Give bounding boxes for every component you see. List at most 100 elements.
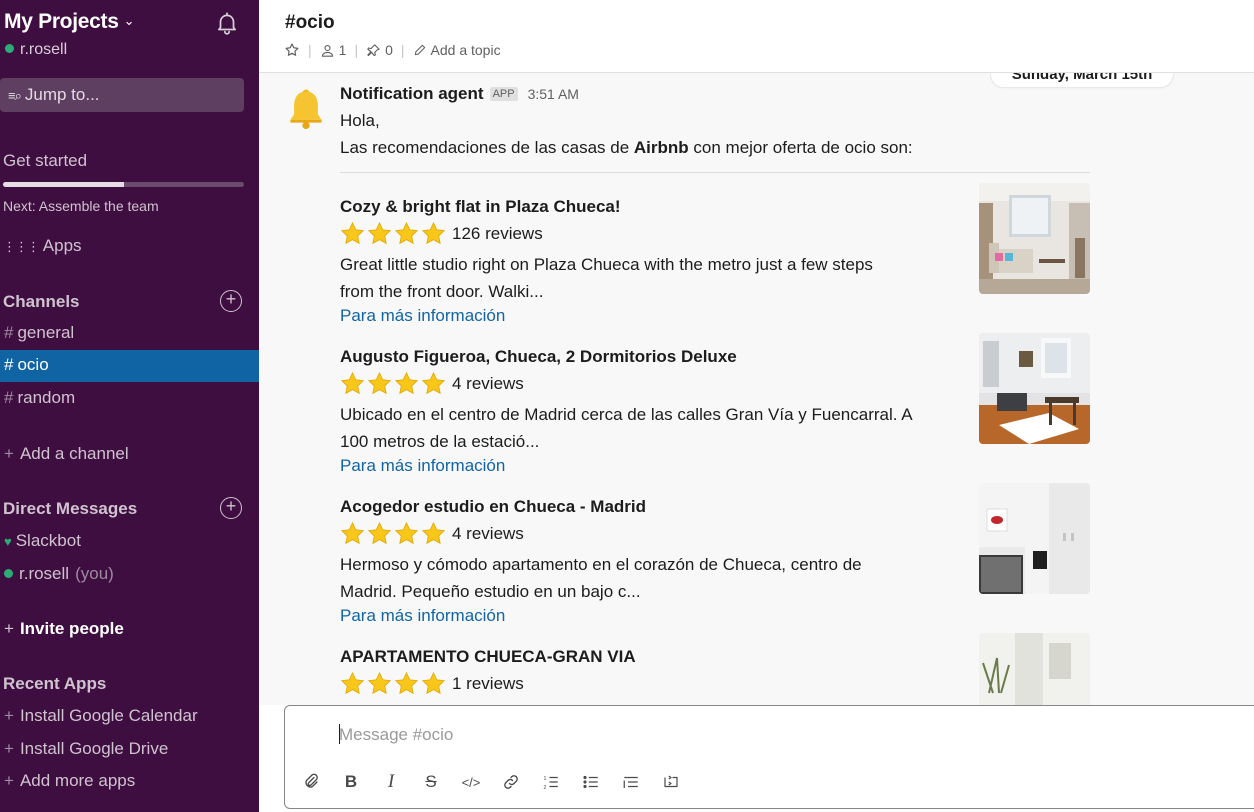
strikethrough-icon[interactable]: S <box>421 772 441 792</box>
get-started-link[interactable]: Get started <box>3 151 87 171</box>
plus-icon: + <box>4 739 14 758</box>
listing-thumbnail[interactable] <box>979 483 1090 594</box>
jump-to-icon: ≡⌕ <box>8 88 22 103</box>
star-outline-icon <box>285 43 299 56</box>
message-timestamp[interactable]: 3:51 AM <box>528 86 579 102</box>
apps-link[interactable]: ⋮⋮⋮ Apps <box>3 236 82 256</box>
listing-card: Acogedor estudio en Chueca - Madrid 4 re… <box>340 483 1090 637</box>
star-channel-button[interactable] <box>284 42 300 58</box>
channel-item-general[interactable]: # general <box>0 318 259 350</box>
listing-card: Cozy & bright flat in Plaza Chueca! 126 … <box>340 183 1090 337</box>
hash-icon: # <box>4 355 14 374</box>
listing-more-info-link[interactable]: Para más información <box>340 606 505 626</box>
channel-label: random <box>17 388 76 407</box>
channel-label: general <box>17 323 75 342</box>
plus-icon: + <box>4 619 14 638</box>
listing-description-line: 100 metros de la estació... <box>340 432 540 451</box>
add-channel-link[interactable]: + Add a channel <box>4 444 129 464</box>
star-rating-icon <box>394 521 419 545</box>
dm-you-suffix: (you) <box>75 564 114 583</box>
listing-description-line: Ubicado en el centro de Madrid cerca de … <box>340 405 913 424</box>
dm-item-slackbot[interactable]: ♥ Slackbot <box>4 531 81 551</box>
person-icon <box>321 44 333 57</box>
current-user[interactable]: r.rosell <box>5 41 67 59</box>
listing-description-line: Great little studio right on Plaza Chuec… <box>340 255 873 274</box>
plus-icon: + <box>4 444 14 463</box>
star-rating-icon <box>394 371 419 395</box>
bulleted-list-icon[interactable] <box>581 772 601 792</box>
listing-thumbnail[interactable] <box>979 633 1090 705</box>
pinned-button[interactable]: 0 <box>366 42 393 58</box>
channel-title[interactable]: #ocio <box>285 12 335 34</box>
add-channel-label: Add a channel <box>19 444 129 463</box>
code-icon[interactable]: </> <box>461 772 481 792</box>
workspace-name[interactable]: My Projects ⌄ <box>4 10 134 34</box>
listing-rating: 4 reviews <box>340 371 524 396</box>
code-block-icon[interactable] <box>661 772 681 792</box>
listing-more-info-link[interactable]: Para más información <box>340 306 505 326</box>
pins-count: 0 <box>385 42 393 58</box>
sidebar: My Projects ⌄ r.rosell ≡⌕ Jump to... Get s… <box>0 0 259 812</box>
star-rating-icon <box>340 371 365 395</box>
apps-grid-icon: ⋮⋮⋮ <box>3 239 40 254</box>
message-greeting: Hola, <box>340 111 380 130</box>
attach-paperclip-icon[interactable] <box>301 772 321 792</box>
star-rating-icon <box>421 521 446 545</box>
listing-thumbnail[interactable] <box>979 333 1090 444</box>
star-rating-icon <box>421 221 446 245</box>
listing-reviews: 126 reviews <box>452 223 543 243</box>
recent-apps-header[interactable]: Recent Apps <box>3 674 106 694</box>
date-divider[interactable]: Sunday, March 15th <box>990 73 1174 88</box>
listing-more-info-link[interactable]: Para más información <box>340 456 505 476</box>
message-intro: Las recomendaciones de las casas de Airb… <box>340 138 913 158</box>
bold-icon[interactable]: B <box>341 772 361 792</box>
bell-avatar-icon[interactable] <box>284 86 328 130</box>
invite-people-link[interactable]: + Invite people <box>4 619 124 639</box>
listing-thumbnail[interactable] <box>979 183 1090 294</box>
next-step-text: Next: Assemble the team <box>3 198 159 214</box>
add-dm-plus-icon[interactable]: + <box>220 497 242 519</box>
channel-item-random[interactable]: # random <box>0 383 259 415</box>
intro-text: Las recomendaciones de las casas de <box>340 138 634 157</box>
attachment-divider <box>340 172 1090 173</box>
link-icon[interactable] <box>501 772 521 792</box>
add-channel-plus-icon[interactable]: + <box>220 290 242 312</box>
svg-text:2: 2 <box>544 785 547 791</box>
direct-messages-header[interactable]: Direct Messages <box>3 499 137 519</box>
star-rating-icon <box>367 671 392 695</box>
presence-dot <box>4 569 13 578</box>
jump-to-button[interactable]: ≡⌕ Jump to... <box>0 78 244 112</box>
dm-item-self[interactable]: r.rosell (you) <box>4 564 114 584</box>
install-google-drive-link[interactable]: + Install Google Drive <box>4 739 168 759</box>
numbered-list-icon[interactable]: 12 <box>541 772 561 792</box>
listing-rating: 4 reviews <box>340 521 524 546</box>
plus-icon: + <box>4 771 14 790</box>
members-button[interactable]: 1 <box>320 42 346 58</box>
dm-label: Slackbot <box>15 531 81 550</box>
app-badge: APP <box>489 87 518 101</box>
italic-icon[interactable]: I <box>381 771 401 792</box>
add-more-apps-link[interactable]: + Add more apps <box>4 771 135 791</box>
get-started-progress-fill <box>3 182 124 187</box>
listing-title[interactable]: Augusto Figueroa, Chueca, 2 Dormitorios … <box>340 347 737 367</box>
channels-header[interactable]: Channels <box>3 292 80 312</box>
current-user-name: r.rosell <box>20 41 68 58</box>
star-rating-icon <box>421 371 446 395</box>
message-input[interactable] <box>339 722 1219 748</box>
plus-icon: + <box>4 706 14 725</box>
channel-meta-row: | 1 | 0 | Add a topic <box>284 42 501 58</box>
add-topic-button[interactable]: Add a topic <box>413 42 501 58</box>
pencil-icon <box>414 44 425 56</box>
listing-title[interactable]: Acogedor estudio en Chueca - Madrid <box>340 497 646 517</box>
install-google-calendar-link[interactable]: + Install Google Calendar <box>4 706 198 726</box>
bell-icon[interactable] <box>214 10 240 36</box>
blockquote-icon[interactable] <box>621 772 641 792</box>
listing-title[interactable]: APARTAMENTO CHUECA-GRAN VIA <box>340 647 636 667</box>
chevron-down-icon: ⌄ <box>123 13 135 28</box>
message-pane[interactable]: Notification agent APP 3:51 AM Hola, Las… <box>259 73 1254 705</box>
dm-label: r.rosell <box>19 564 70 583</box>
listing-title[interactable]: Cozy & bright flat in Plaza Chueca! <box>340 197 621 217</box>
channel-item-ocio[interactable]: # ocio <box>0 350 259 382</box>
star-rating-icon <box>367 521 392 545</box>
sender-name[interactable]: Notification agent <box>340 84 484 104</box>
